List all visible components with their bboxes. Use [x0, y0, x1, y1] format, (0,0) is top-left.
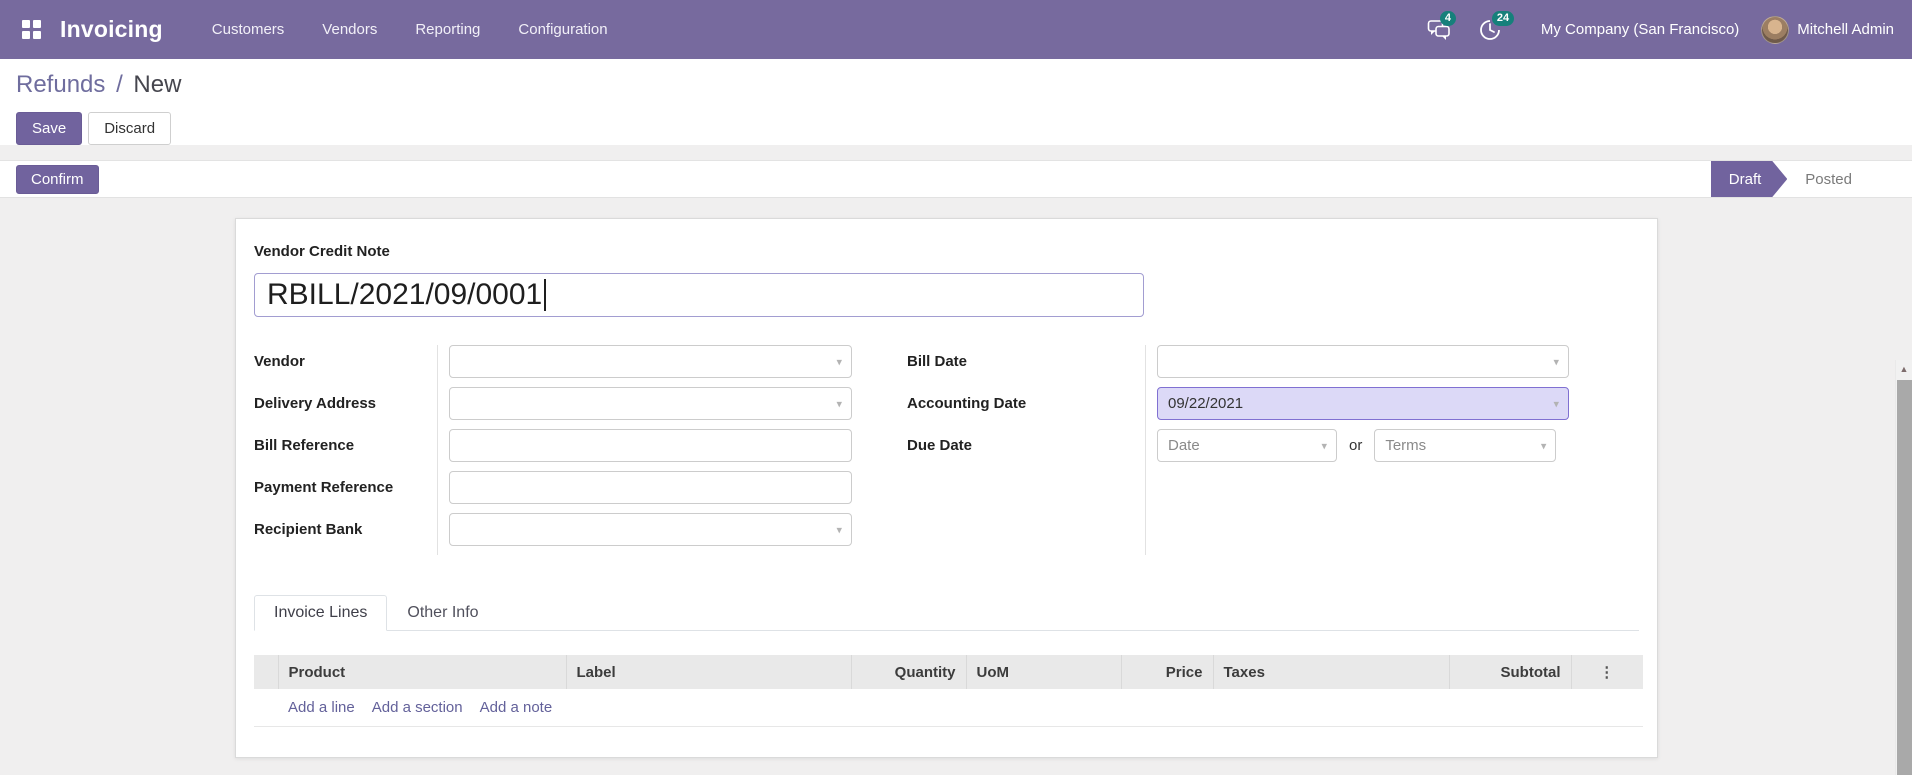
handle-column-header: [254, 655, 279, 689]
bill-date-input[interactable]: ▾: [1157, 345, 1569, 378]
notebook-tabs: Invoice Lines Other Info: [254, 595, 1639, 631]
breadcrumb: Refunds / New: [16, 69, 1896, 101]
group-right: Bill Date Accounting Date Due Date ▾ 09/…: [907, 345, 1569, 555]
column-price[interactable]: Price: [1121, 655, 1214, 689]
activities-badge: 24: [1491, 10, 1515, 26]
accounting-date-value: 09/22/2021: [1168, 395, 1244, 412]
menu-configuration[interactable]: Configuration: [499, 0, 626, 59]
tab-other-info[interactable]: Other Info: [387, 595, 498, 631]
app-title[interactable]: Invoicing: [60, 16, 163, 43]
main-menu: Customers Vendors Reporting Configuratio…: [193, 0, 627, 59]
delivery-address-label: Delivery Address: [254, 395, 377, 412]
vendor-input[interactable]: ▾: [449, 345, 852, 378]
control-panel: Refunds / New Save Discard: [0, 59, 1912, 145]
systray: 4 24 My Company (San Francisco) Mitchell…: [1413, 0, 1894, 59]
accounting-date-input[interactable]: 09/22/2021 ▾: [1157, 387, 1569, 420]
state-steps: Draft Posted: [1711, 161, 1872, 197]
breadcrumb-current: New: [133, 71, 182, 98]
due-date-label: Due Date: [907, 437, 973, 454]
column-quantity[interactable]: Quantity: [851, 655, 967, 689]
vendor-credit-note-label: Vendor Credit Note: [254, 243, 390, 260]
group-left: Vendor Delivery Address Bill Reference P…: [254, 345, 852, 555]
right-labels: Bill Date Accounting Date Due Date: [907, 345, 1146, 555]
chevron-down-icon: ▾: [836, 524, 842, 536]
left-inputs: ▾ ▾ ▾: [438, 345, 852, 555]
breadcrumb-separator: /: [116, 71, 123, 98]
scrollbar-thumb[interactable]: [1897, 380, 1912, 775]
apps-menu-icon[interactable]: [16, 15, 46, 45]
activities-icon[interactable]: 24: [1479, 10, 1515, 41]
credit-note-number-input[interactable]: RBILL/2021/09/0001: [254, 273, 1144, 317]
terms-placeholder: Terms: [1385, 437, 1427, 454]
form-statusbar: Confirm Draft Posted: [0, 160, 1912, 198]
optional-columns-toggle[interactable]: ⋮: [1571, 655, 1643, 689]
discard-button[interactable]: Discard: [88, 112, 172, 145]
bill-reference-input[interactable]: [449, 429, 852, 462]
invoice-lines-table: Product Label Quantity UoM Price Taxes S…: [254, 655, 1643, 727]
form-grid: Vendor Delivery Address Bill Reference P…: [254, 345, 1639, 555]
recipient-bank-input[interactable]: ▾: [449, 513, 852, 546]
add-links-cell: Add a line Add a section Add a note: [278, 689, 1643, 727]
chevron-down-icon: ▾: [1540, 440, 1547, 452]
right-inputs: ▾ 09/22/2021 ▾ Date ▾ or Terms ▾: [1146, 345, 1569, 555]
chevron-down-icon: ▾: [1553, 398, 1559, 410]
left-labels: Vendor Delivery Address Bill Reference P…: [254, 345, 438, 555]
menu-customers[interactable]: Customers: [193, 0, 304, 59]
payment-reference-label: Payment Reference: [254, 479, 394, 496]
column-taxes[interactable]: Taxes: [1213, 655, 1450, 689]
menu-reporting[interactable]: Reporting: [396, 0, 499, 59]
add-a-section-link[interactable]: Add a section: [372, 699, 463, 716]
due-date-input[interactable]: Date ▾: [1157, 429, 1337, 462]
add-a-line-link[interactable]: Add a line: [288, 699, 355, 716]
state-draft[interactable]: Draft: [1711, 161, 1788, 197]
state-posted[interactable]: Posted: [1787, 161, 1872, 197]
add-row: Add a line Add a section Add a note: [254, 689, 1643, 727]
vertical-scrollbar[interactable]: ▲ ▼: [1895, 360, 1912, 775]
menu-vendors[interactable]: Vendors: [303, 0, 396, 59]
accounting-date-label: Accounting Date: [907, 395, 1027, 412]
bill-date-label: Bill Date: [907, 353, 968, 370]
confirm-button[interactable]: Confirm: [16, 164, 99, 194]
delivery-address-input[interactable]: ▾: [449, 387, 852, 420]
top-navbar: Invoicing Customers Vendors Reporting Co…: [0, 0, 1912, 59]
column-label[interactable]: Label: [566, 655, 852, 689]
apps-grid-icon: [21, 20, 41, 39]
main-content: Vendor Credit Note RBILL/2021/09/0001 Ve…: [0, 198, 1912, 775]
due-date-placeholder: Date: [1168, 437, 1200, 454]
user-avatar: [1761, 15, 1790, 44]
chevron-down-icon: ▾: [836, 356, 842, 368]
company-switcher[interactable]: My Company (San Francisco): [1515, 21, 1761, 38]
messages-badge: 4: [1439, 10, 1457, 26]
chevron-down-icon: ▾: [1553, 356, 1559, 368]
payment-reference-input[interactable]: [449, 471, 852, 504]
recipient-bank-label: Recipient Bank: [254, 521, 363, 538]
user-menu[interactable]: Mitchell Admin: [1761, 15, 1894, 44]
messages-icon[interactable]: 4: [1427, 10, 1457, 41]
kebab-icon: ⋮: [1599, 664, 1616, 681]
credit-note-number-value: RBILL/2021/09/0001: [267, 278, 543, 311]
form-sheet: Vendor Credit Note RBILL/2021/09/0001 Ve…: [235, 218, 1658, 758]
save-button[interactable]: Save: [16, 112, 83, 145]
payment-terms-input[interactable]: Terms ▾: [1374, 429, 1557, 462]
handle-cell: [254, 689, 278, 727]
user-name: Mitchell Admin: [1797, 21, 1894, 38]
bill-reference-label: Bill Reference: [254, 437, 355, 454]
column-uom[interactable]: UoM: [966, 655, 1122, 689]
chevron-down-icon: ▾: [1321, 440, 1327, 452]
column-subtotal[interactable]: Subtotal: [1449, 655, 1572, 689]
lines-header-row: Product Label Quantity UoM Price Taxes S…: [254, 655, 1643, 689]
add-a-note-link[interactable]: Add a note: [480, 699, 553, 716]
tab-invoice-lines[interactable]: Invoice Lines: [254, 595, 388, 631]
or-text: or: [1349, 437, 1363, 454]
breadcrumb-refunds-link[interactable]: Refunds: [16, 71, 105, 98]
chevron-down-icon: ▾: [836, 398, 842, 410]
vendor-label: Vendor: [254, 353, 305, 370]
control-buttons: Save Discard: [16, 112, 1896, 145]
text-cursor: [544, 279, 547, 311]
column-product[interactable]: Product: [278, 655, 567, 689]
scroll-up-arrow[interactable]: ▲: [1896, 360, 1912, 377]
